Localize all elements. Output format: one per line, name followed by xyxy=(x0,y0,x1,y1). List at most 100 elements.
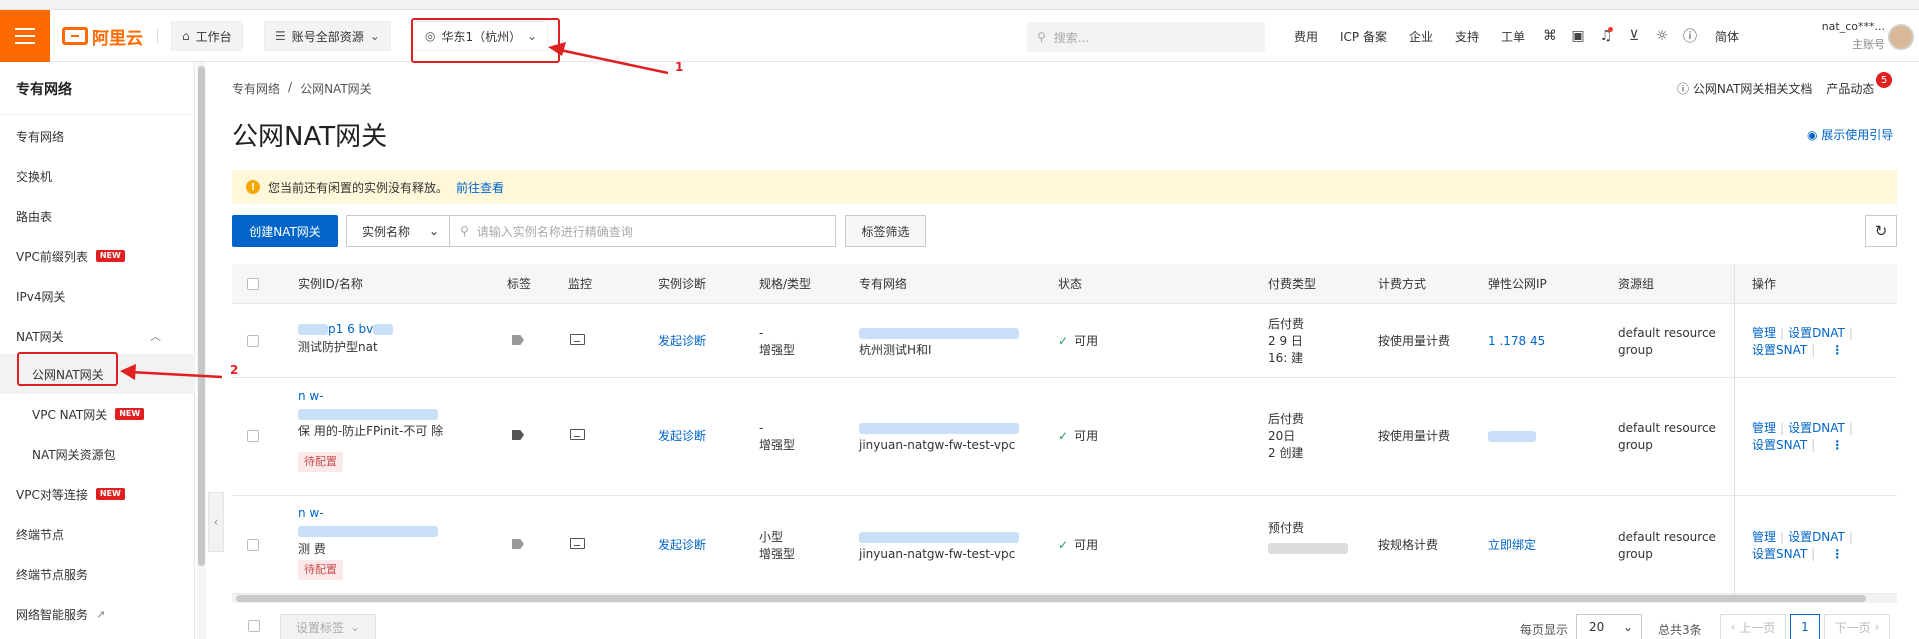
menu-button[interactable] xyxy=(0,10,50,62)
monitor-icon[interactable] xyxy=(570,538,585,549)
usage-guide-link[interactable]: ◉ 展示使用引导 xyxy=(1807,126,1893,143)
vpc-id-link[interactable] xyxy=(859,325,1019,341)
vpc-name: jinyuan-natgw-fw-test-vpc xyxy=(859,547,1016,561)
diagnosis-link[interactable]: 发起诊断 xyxy=(658,333,706,349)
sidebar-item-vpc-prefix-list[interactable]: VPC前缀列表 NEW xyxy=(0,236,195,276)
sidebar-item-nat-gateway[interactable]: NAT网关 ︿ xyxy=(0,316,195,356)
instance-id-link[interactable]: p1 6 bv xyxy=(298,321,394,337)
product-news-link[interactable]: 产品动态 xyxy=(1826,80,1874,97)
sidebar-item-network-intelligence[interactable]: 网络智能服务 ↗ xyxy=(0,594,195,634)
created-time: 2 创建 xyxy=(1268,446,1304,460)
terminal-icon[interactable]: ▣ xyxy=(1564,22,1592,50)
monitor-icon[interactable] xyxy=(570,429,585,440)
column-header-resource-group: 资源组 xyxy=(1618,277,1655,291)
row-checkbox[interactable] xyxy=(247,430,259,442)
global-search-input[interactable]: ⚲ 搜索... xyxy=(1027,22,1265,52)
resource-group: default resource xyxy=(1618,326,1716,340)
instance-id-link[interactable]: n w- xyxy=(298,505,324,521)
filter-search-input[interactable]: ⚲ 请输入实例名称进行精确查询 xyxy=(450,223,835,240)
header-link-tickets[interactable]: 工单 xyxy=(1490,28,1536,45)
header-link-enterprise[interactable]: 企业 xyxy=(1398,28,1444,45)
set-dnat-link[interactable]: 设置DNAT xyxy=(1788,421,1845,435)
notification-bell-icon[interactable]: ♫ xyxy=(1592,22,1620,50)
notice-view-link[interactable]: 前往查看 xyxy=(456,179,504,196)
language-switch[interactable]: 简体 xyxy=(1704,28,1750,45)
header-link-icp[interactable]: ICP 备案 xyxy=(1329,28,1398,45)
avatar[interactable] xyxy=(1888,24,1914,50)
more-actions-icon[interactable]: ⋮ xyxy=(1831,438,1843,452)
sidebar-item-endpoint-service[interactable]: 终端节点服务 xyxy=(0,554,195,594)
tag-filter-button[interactable]: 标签筛选 xyxy=(845,215,926,247)
sidebar-item-vpc-peering[interactable]: VPC对等连接 NEW xyxy=(0,474,195,514)
sidebar-scrollbar-thumb[interactable] xyxy=(198,66,205,566)
tag-icon[interactable] xyxy=(512,430,524,440)
next-page-label: 下一页 xyxy=(1834,620,1871,635)
sidebar: 专有网络 专有网络 交换机 路由表 VPC前缀列表 NEW IPv4网关 NAT网… xyxy=(0,62,195,639)
manage-link[interactable]: 管理 xyxy=(1752,530,1776,544)
header-link-fees[interactable]: 费用 xyxy=(1283,28,1329,45)
doc-link[interactable]: ⓘ 公网NAT网关相关文档 xyxy=(1677,80,1812,97)
sidebar-item-vpc[interactable]: 专有网络 xyxy=(0,116,195,156)
vpc-id-link[interactable] xyxy=(859,420,1019,436)
tag-icon[interactable] xyxy=(512,539,524,549)
total-count: 总共3条 xyxy=(1658,623,1702,637)
sidebar-item-route-table[interactable]: 路由表 xyxy=(0,196,195,236)
chevron-up-icon: ︿ xyxy=(150,330,161,343)
help-icon[interactable]: ⓘ xyxy=(1676,22,1704,50)
sidebar-item-vpc-nat-gateway[interactable]: VPC NAT网关 NEW xyxy=(0,394,195,434)
lightbulb-icon[interactable]: ☼ xyxy=(1648,22,1676,50)
workbench-button[interactable]: ⌂ 工作台 xyxy=(171,21,243,51)
current-page-button[interactable]: 1 xyxy=(1790,614,1820,639)
page-size-select[interactable]: 20 ⌄ xyxy=(1576,614,1642,639)
select-all-checkbox[interactable] xyxy=(247,278,259,290)
list-icon: ☰ xyxy=(275,29,286,43)
account-resources-dropdown[interactable]: ☰ 账号全部资源 ⌄ xyxy=(264,21,391,51)
search-icon: ⚲ xyxy=(460,224,469,238)
batch-set-tag-button[interactable]: 设置标签 ⌄ xyxy=(280,614,376,639)
set-snat-link[interactable]: 设置SNAT xyxy=(1752,438,1807,452)
sidebar-item-nat-resource-package[interactable]: NAT网关资源包 xyxy=(0,434,195,474)
footer-select-all-checkbox[interactable] xyxy=(248,620,260,632)
manage-link[interactable]: 管理 xyxy=(1752,326,1776,340)
set-dnat-link[interactable]: 设置DNAT xyxy=(1788,530,1845,544)
sidebar-item-ipv4-gateway[interactable]: IPv4网关 xyxy=(0,276,195,316)
set-dnat-link[interactable]: 设置DNAT xyxy=(1788,326,1845,340)
row-checkbox[interactable] xyxy=(247,539,259,551)
cart-icon[interactable]: ⊻ xyxy=(1620,22,1648,50)
manage-link[interactable]: 管理 xyxy=(1752,421,1776,435)
next-page-button[interactable]: 下一页 › xyxy=(1824,614,1890,639)
bind-eip-link[interactable]: 立即绑定 xyxy=(1488,537,1536,553)
vpc-id-link[interactable] xyxy=(859,529,1019,545)
set-snat-link[interactable]: 设置SNAT xyxy=(1752,343,1807,357)
account-info[interactable]: nat_co***... 主账号 xyxy=(1785,18,1885,58)
eip-link[interactable]: 1 .178 45 xyxy=(1488,333,1545,349)
sidebar-collapse-button[interactable]: ‹ xyxy=(208,492,224,552)
aliyun-logo[interactable]: 阿里云 xyxy=(62,24,143,49)
refresh-icon[interactable]: ↻ xyxy=(1865,215,1897,247)
eye-icon: ◉ xyxy=(1807,128,1822,142)
batch-set-tag-label: 设置标签 xyxy=(295,620,344,635)
filter-field-select[interactable]: 实例名称 ⌄ xyxy=(347,216,450,246)
table-row: n w- 测 费 待配置 发起诊断 小型 增强型 jinyuan-natgw-f… xyxy=(232,496,1897,594)
header-link-support[interactable]: 支持 xyxy=(1444,28,1490,45)
diagnosis-link[interactable]: 发起诊断 xyxy=(658,428,706,444)
spec-type: 增强型 xyxy=(759,438,796,452)
instance-name: 测试防护型nat xyxy=(298,340,378,354)
instance-id-link[interactable]: n w- xyxy=(298,388,324,404)
more-actions-icon[interactable]: ⋮ xyxy=(1831,343,1843,357)
set-snat-link[interactable]: 设置SNAT xyxy=(1752,547,1807,561)
table-scrollbar-thumb[interactable] xyxy=(236,595,1866,602)
tag-icon[interactable] xyxy=(512,335,524,345)
sidebar-item-vswitch[interactable]: 交换机 xyxy=(0,156,195,196)
monitor-icon[interactable] xyxy=(570,334,585,345)
eip-link[interactable] xyxy=(1488,428,1536,444)
breadcrumb-item-vpc[interactable]: 专有网络 xyxy=(232,80,280,97)
sidebar-item-endpoint[interactable]: 终端节点 xyxy=(0,514,195,554)
cloud-shell-icon[interactable]: ⌘ xyxy=(1536,22,1564,50)
table-footer: 设置标签 ⌄ 每页显示 20 ⌄ 总共3条 ‹ 上一页 1 下一页 › xyxy=(232,612,1897,639)
row-checkbox[interactable] xyxy=(247,335,259,347)
create-nat-gateway-button[interactable]: 创建NAT网关 xyxy=(232,215,338,247)
diagnosis-link[interactable]: 发起诊断 xyxy=(658,537,706,553)
prev-page-button[interactable]: ‹ 上一页 xyxy=(1720,614,1786,639)
more-actions-icon[interactable]: ⋮ xyxy=(1831,547,1843,561)
